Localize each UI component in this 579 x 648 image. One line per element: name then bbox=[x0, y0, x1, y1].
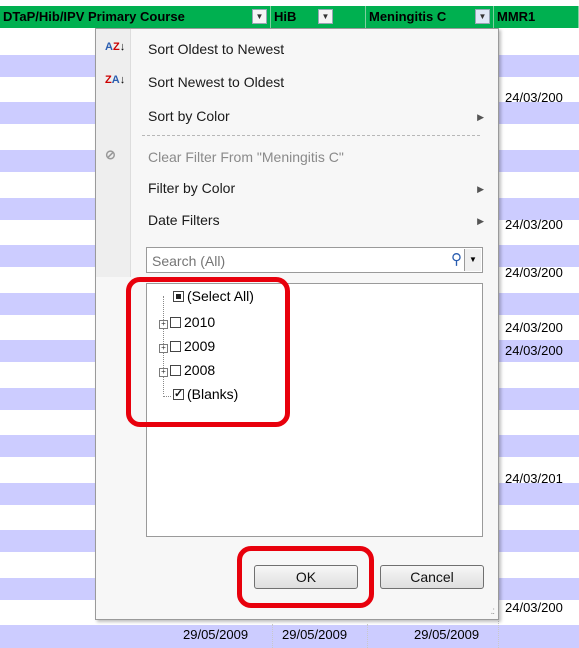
resize-grip-icon[interactable]: .: bbox=[490, 606, 494, 617]
cell-date[interactable]: 29/05/2009 bbox=[282, 627, 347, 642]
menu-item-filter-by-color[interactable]: Filter by Color bbox=[148, 180, 235, 196]
column-header[interactable]: MMR1 bbox=[494, 6, 579, 28]
column-header-label: MMR1 bbox=[497, 9, 536, 24]
filter-dropdown-icon[interactable]: ▼ bbox=[252, 9, 267, 24]
column-header-label: Meningitis C bbox=[369, 9, 447, 24]
column-header[interactable]: HiB ▼ bbox=[271, 6, 366, 28]
menu-separator bbox=[142, 135, 480, 136]
cell-date[interactable]: 24/03/201 bbox=[505, 471, 563, 486]
cell-date[interactable]: 29/05/2009 bbox=[414, 627, 479, 642]
submenu-arrow-icon: ▶ bbox=[477, 112, 484, 122]
submenu-arrow-icon: ▶ bbox=[477, 184, 484, 194]
submenu-arrow-icon: ▶ bbox=[477, 216, 484, 226]
filter-active-icon[interactable]: ▼ bbox=[475, 9, 490, 24]
column-header-label: HiB bbox=[274, 9, 297, 24]
search-input[interactable] bbox=[150, 251, 444, 271]
column-header[interactable]: DTaP/Hib/IPV Primary Course ▼ bbox=[0, 6, 271, 28]
cell-date[interactable]: 29/05/2009 bbox=[183, 627, 248, 642]
column-header[interactable]: Meningitis C ▼ bbox=[366, 6, 494, 28]
cell-date[interactable]: 24/03/200 bbox=[505, 343, 563, 358]
column-header-label: DTaP/Hib/IPV Primary Course bbox=[3, 9, 185, 24]
search-icon[interactable]: ⚲ bbox=[451, 250, 462, 268]
highlight-box-tree bbox=[126, 277, 290, 427]
clear-filter-icon: ⊘ bbox=[105, 147, 116, 162]
menu-item-sort-by-color[interactable]: Sort by Color bbox=[148, 108, 230, 124]
search-box[interactable]: ⚲ ▼ bbox=[146, 247, 483, 273]
sort-ascending-icon: AZ↓ bbox=[105, 41, 126, 53]
cell-date[interactable]: 24/03/200 bbox=[505, 217, 563, 232]
menu-item-date-filters[interactable]: Date Filters bbox=[148, 212, 220, 228]
sort-descending-icon: ZA↓ bbox=[105, 74, 126, 86]
menu-item-sort-oldest[interactable]: Sort Oldest to Newest bbox=[148, 41, 284, 57]
cell-date[interactable]: 24/03/200 bbox=[505, 90, 563, 105]
cell-divider bbox=[272, 624, 273, 648]
cell-date[interactable]: 24/03/200 bbox=[505, 265, 563, 280]
search-options-dropdown-icon[interactable]: ▼ bbox=[464, 249, 481, 271]
menu-item-clear-filter: Clear Filter From "Meningitis C" bbox=[148, 149, 344, 165]
filter-dropdown-icon[interactable]: ▼ bbox=[318, 9, 333, 24]
cell-date[interactable]: 24/03/200 bbox=[505, 600, 563, 615]
cell-date[interactable]: 24/03/200 bbox=[505, 320, 563, 335]
menu-item-sort-newest[interactable]: Sort Newest to Oldest bbox=[148, 74, 284, 90]
cancel-button[interactable]: Cancel bbox=[380, 565, 484, 589]
highlight-box-ok bbox=[237, 546, 374, 608]
cell-divider bbox=[367, 624, 368, 648]
